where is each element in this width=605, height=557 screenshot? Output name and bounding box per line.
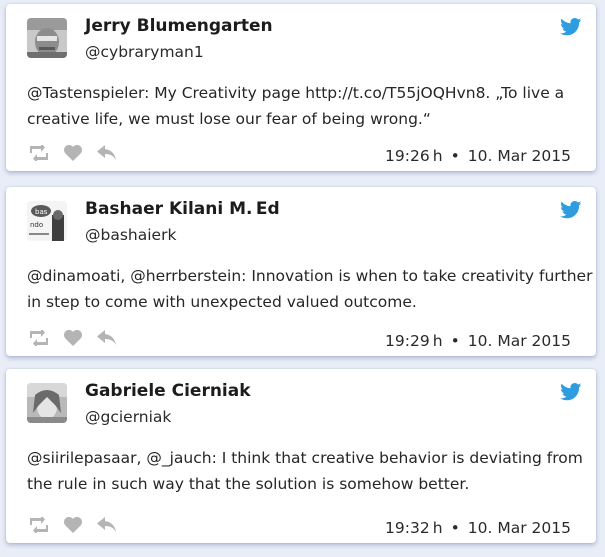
reply-icon[interactable] [96,329,118,347]
tweet-date[interactable]: 10. Mar 2015 [468,147,571,165]
reply-icon[interactable] [96,516,118,534]
author-handle[interactable]: @gcierniak [85,408,171,426]
timestamp-separator: • [450,332,460,350]
tweet-timestamp[interactable]: 19:32 h • 10. Mar 2015 [385,519,571,537]
tweet-date[interactable]: 10. Mar 2015 [468,519,571,537]
retweet-icon[interactable] [28,516,50,534]
retweet-icon[interactable] [28,329,50,347]
tweet-text-line: @siirilepasaar, @_jauch: I think that cr… [27,449,583,467]
heart-icon[interactable] [62,144,84,162]
tweet-text-line: creative life, we must lose our fear of … [27,110,431,128]
tweet-card[interactable]: Gabriele Cierniak @gcierniak @siirilepas… [6,369,596,543]
tweet-time[interactable]: 19:29 h [385,332,443,350]
tweet-text: @Tastenspieler: My Creativity page http:… [27,80,575,132]
tweet-text-line: in step to come with unexpected valued o… [27,293,417,311]
avatar-text: ndo [30,221,43,229]
twitter-bird-icon[interactable] [560,201,582,219]
timestamp-separator: • [450,147,460,165]
retweet-icon[interactable] [28,144,50,162]
twitter-bird-icon[interactable] [560,18,582,36]
tweet-text: @dinamoati, @herrberstein: Innovation is… [27,263,593,315]
tweet-card[interactable]: bas ndo Bashaer Kilani M. Ed @bashaierk … [6,187,596,356]
reply-icon[interactable] [96,144,118,162]
author-name[interactable]: Bashaer Kilani M. Ed [85,199,280,219]
tweet-text: @siirilepasaar, @_jauch: I think that cr… [27,445,583,497]
avatar-text: bas [35,208,48,216]
author-name[interactable]: Jerry Blumengarten [85,16,273,36]
heart-icon[interactable] [62,329,84,347]
timestamp-separator: • [450,519,460,537]
avatar[interactable] [27,18,67,58]
author-name[interactable]: Gabriele Cierniak [85,381,251,401]
avatar[interactable]: bas ndo [27,201,67,241]
tweet-time[interactable]: 19:26 h [385,147,443,165]
avatar[interactable] [27,383,67,423]
tweet-actions [28,515,130,535]
tweet-actions [28,143,130,163]
tweet-text-line: @Tastenspieler: My Creativity page http:… [27,84,565,102]
tweet-date[interactable]: 10. Mar 2015 [468,332,571,350]
heart-icon[interactable] [62,516,84,534]
author-handle[interactable]: @bashaierk [85,226,176,244]
tweet-actions [28,328,130,348]
tweet-timestamp[interactable]: 19:29 h • 10. Mar 2015 [385,332,571,350]
tweet-text-line: the rule in such way that the solution i… [27,475,470,493]
tweet-card[interactable]: Jerry Blumengarten @cybraryman1 @Tastens… [6,4,596,171]
tweet-text-line: @dinamoati, @herrberstein: Innovation is… [27,267,593,285]
tweet-timestamp[interactable]: 19:26 h • 10. Mar 2015 [385,147,571,165]
tweet-time[interactable]: 19:32 h [385,519,443,537]
twitter-bird-icon[interactable] [560,383,582,401]
author-handle[interactable]: @cybraryman1 [85,43,204,61]
